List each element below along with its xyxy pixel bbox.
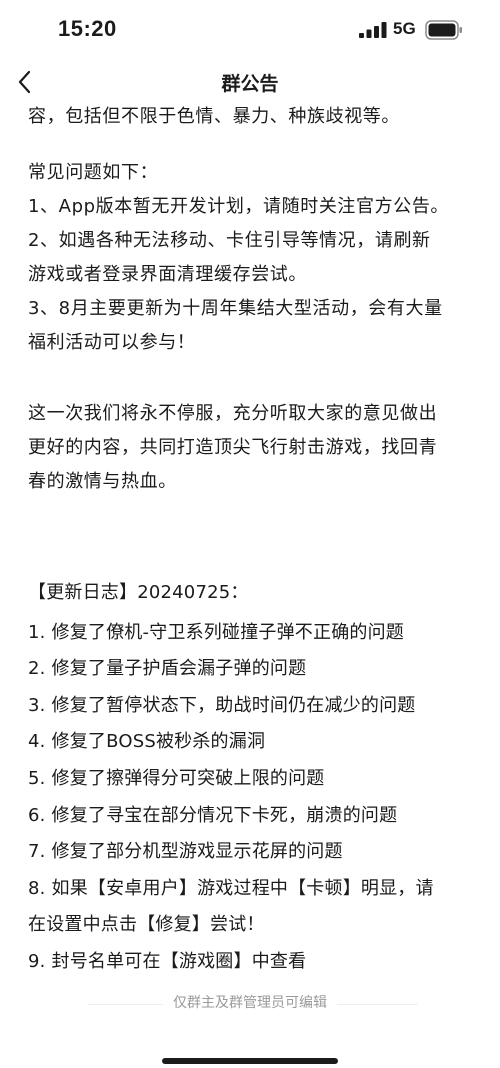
- battery-icon: [425, 20, 462, 40]
- status-bar: 15:20 5G: [0, 0, 500, 60]
- changelog-item: 8. 如果【安卓用户】游戏过程中【卡顿】明显，请: [28, 877, 434, 899]
- announcement-body: 容，包括但不限于色情、暴力、种族歧视等。 常见问题如下： 1、App版本暂无开发…: [28, 100, 478, 981]
- changelog-item: 5. 修复了擦弹得分可突破上限的问题: [28, 767, 325, 789]
- changelog-item: 3. 修复了暂停状态下，助战时间仍在减少的问题: [28, 694, 416, 716]
- announcement-line: 容，包括但不限于色情、暴力、种族歧视等。: [28, 106, 400, 127]
- changelog-title: 【更新日志】20240725：: [28, 582, 249, 603]
- faq-item: 1、App版本暂无开发计划，请随时关注官方公告。: [28, 196, 450, 217]
- changelog-item: 9. 封号名单可在【游戏圈】中查看: [28, 950, 307, 972]
- changelog-item: 在设置中点击【修复】尝试！: [28, 914, 265, 936]
- changelog-item: 1. 修复了僚机-守卫系列碰撞子弹不正确的问题: [28, 621, 404, 643]
- faq-item: 福利活动可以参与！: [28, 332, 196, 353]
- home-indicator[interactable]: [162, 1058, 338, 1064]
- nav-bar: 群公告: [0, 60, 500, 104]
- closing-line: 更好的内容，共同打造顶尖飞行射击游戏，找回青: [28, 437, 438, 458]
- closing-line: 春的激情与热血。: [28, 471, 177, 492]
- closing-line: 这一次我们将永不停服，充分听取大家的意见做出: [28, 403, 438, 424]
- changelog-item: 6. 修复了寻宝在部分情况下卡死，崩溃的问题: [28, 804, 398, 826]
- faq-item: 3、8月主要更新为十周年集结大型活动，会有大量: [28, 298, 443, 319]
- network-label: 5G: [393, 19, 416, 38]
- page-title: 群公告: [221, 73, 279, 95]
- faq-item: 2、如遇各种无法移动、卡住引导等情况，请刷新: [28, 230, 431, 251]
- edit-permission-text: 仅群主及群管理员可编辑: [163, 995, 337, 1011]
- faq-item: 游戏或者登录界面清理缓存尝试。: [28, 264, 307, 285]
- changelog-item: 4. 修复了BOSS被秒杀的漏洞: [28, 731, 266, 753]
- faq-heading: 常见问题如下：: [28, 162, 159, 183]
- signal-icon: [359, 22, 387, 38]
- edit-permission-note: 仅群主及群管理员可编辑: [0, 992, 500, 1012]
- status-time: 15:20: [58, 16, 117, 41]
- changelog-item: 2. 修复了量子护盾会漏子弹的问题: [28, 658, 307, 680]
- changelog-item: 7. 修复了部分机型游戏显示花屏的问题: [28, 841, 343, 863]
